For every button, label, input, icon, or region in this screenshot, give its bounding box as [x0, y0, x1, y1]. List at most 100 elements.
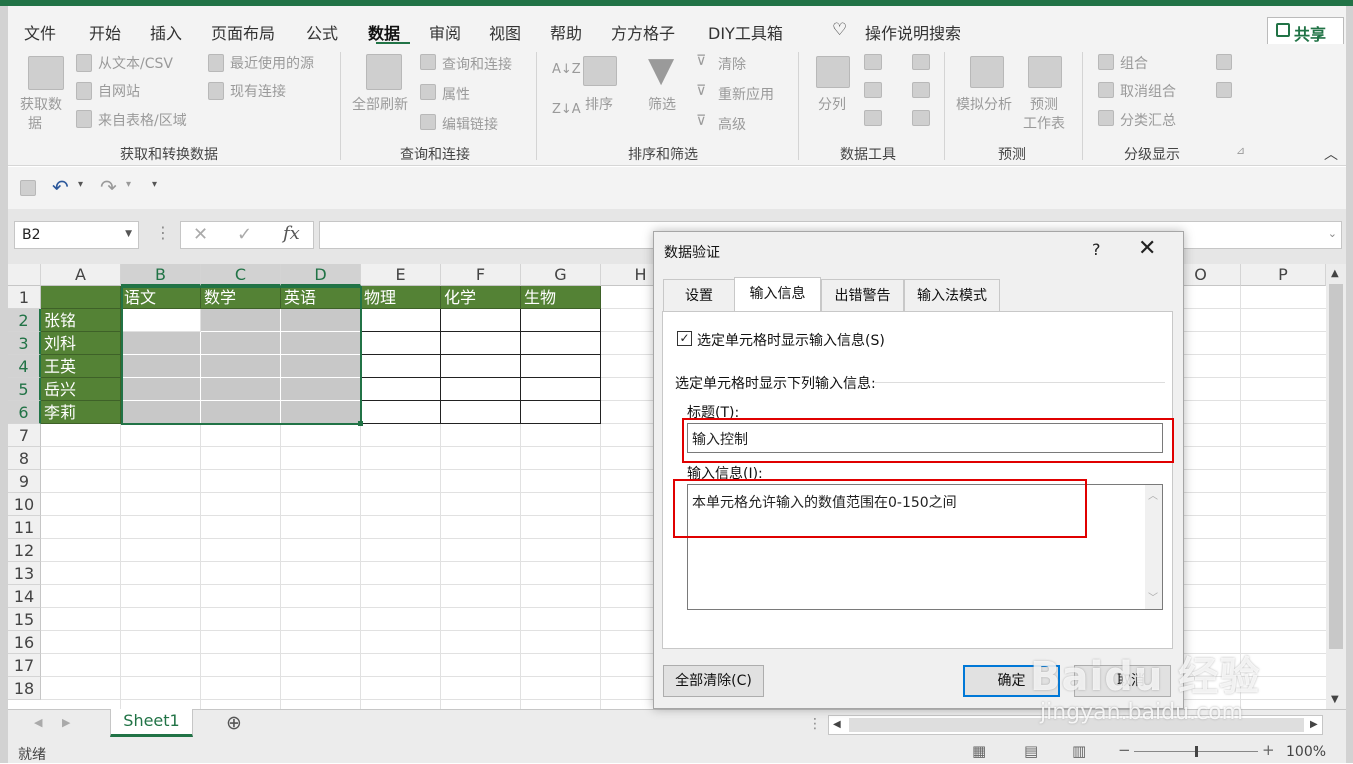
scroll-down-icon[interactable]: ▼: [1331, 694, 1339, 705]
score-cell[interactable]: [521, 309, 601, 332]
score-cell[interactable]: [361, 401, 441, 424]
textarea-scrollbar[interactable]: ︿ ﹀: [1145, 485, 1162, 609]
row-header[interactable]: 10: [8, 493, 41, 516]
dialog-launcher-icon[interactable]: ⊿: [1236, 144, 1245, 157]
name-box[interactable]: B2 ▼: [14, 221, 139, 249]
fill-handle[interactable]: [358, 421, 363, 426]
advanced-filter-button[interactable]: 高级: [718, 114, 746, 134]
column-header[interactable]: P: [1241, 264, 1326, 286]
name-cell[interactable]: 李莉: [41, 401, 121, 424]
redo-dropdown-icon[interactable]: ▾: [126, 179, 131, 190]
scroll-right-icon[interactable]: ▶: [1310, 719, 1318, 730]
row-header[interactable]: 1: [8, 286, 41, 309]
score-cell[interactable]: [521, 378, 601, 401]
flash-fill-icon[interactable]: [864, 54, 882, 70]
textarea-scroll-up-icon[interactable]: ︿: [1148, 487, 1158, 502]
menu-data[interactable]: 数据: [368, 20, 400, 44]
tab-ime-mode[interactable]: 输入法模式: [904, 279, 1000, 311]
undo-dropdown-icon[interactable]: ▾: [78, 179, 83, 190]
zoom-out-icon[interactable]: −: [1118, 741, 1131, 759]
data-model-icon[interactable]: [912, 110, 930, 126]
from-table-button[interactable]: 来自表格/区域: [98, 110, 187, 130]
autosave-icon[interactable]: [20, 180, 36, 196]
show-input-checkbox-label[interactable]: 选定单元格时显示输入信息(S): [697, 330, 885, 350]
row-header[interactable]: 16: [8, 631, 41, 654]
sort-za-icon[interactable]: Z↓A: [552, 102, 581, 117]
menu-view[interactable]: 视图: [489, 20, 521, 44]
cell-A1[interactable]: [41, 286, 121, 309]
column-header[interactable]: D: [281, 264, 361, 286]
forecast-sheet-button[interactable]: 预测: [1030, 94, 1058, 114]
column-header[interactable]: A: [41, 264, 121, 286]
row-header[interactable]: 15: [8, 608, 41, 631]
forecast-sheet-button-line2[interactable]: 工作表: [1023, 113, 1065, 133]
name-cell[interactable]: 岳兴: [41, 378, 121, 401]
get-data-button[interactable]: 获取数: [20, 94, 62, 114]
score-cell[interactable]: [441, 355, 521, 378]
score-cell[interactable]: [441, 378, 521, 401]
name-cell[interactable]: 王英: [41, 355, 121, 378]
queries-connections-button[interactable]: 查询和连接: [442, 54, 512, 74]
row-header[interactable]: 13: [8, 562, 41, 585]
row-header[interactable]: 11: [8, 516, 41, 539]
score-cell[interactable]: [361, 332, 441, 355]
row-header[interactable]: 8: [8, 447, 41, 470]
row-header[interactable]: 3: [8, 332, 41, 355]
menu-insert[interactable]: 插入: [150, 20, 182, 44]
show-input-checkbox[interactable]: ✓: [677, 331, 692, 346]
sort-button[interactable]: 排序: [585, 94, 613, 114]
ungroup-button[interactable]: 取消组合: [1120, 81, 1176, 101]
textarea-scroll-down-icon[interactable]: ﹀: [1148, 589, 1158, 604]
header-cell[interactable]: 生物: [521, 286, 601, 309]
group-button[interactable]: 组合: [1120, 53, 1148, 73]
next-sheet-icon[interactable]: ▶: [62, 716, 70, 729]
sort-az-icon[interactable]: A↓Z: [552, 62, 581, 77]
row-header[interactable]: 14: [8, 585, 41, 608]
score-cell[interactable]: [521, 401, 601, 424]
score-cell[interactable]: [521, 332, 601, 355]
what-if-analysis-button[interactable]: 模拟分析: [956, 94, 1012, 114]
data-validation-icon[interactable]: [864, 110, 882, 126]
name-cell[interactable]: 张铭: [41, 309, 121, 332]
reapply-button[interactable]: 重新应用: [718, 84, 774, 104]
row-header[interactable]: 18: [8, 677, 41, 700]
page-break-icon[interactable]: ▥: [1072, 742, 1086, 760]
add-sheet-icon[interactable]: ⊕: [226, 712, 242, 734]
header-cell[interactable]: 化学: [441, 286, 521, 309]
help-button[interactable]: ?: [1092, 240, 1101, 259]
close-icon[interactable]: ✕: [1138, 236, 1156, 261]
clear-filter-button[interactable]: 清除: [718, 54, 746, 74]
score-cell[interactable]: [441, 332, 521, 355]
menu-fangfang[interactable]: 方方格子: [611, 20, 675, 44]
consolidate-icon[interactable]: [912, 54, 930, 70]
redo-icon[interactable]: ↷: [100, 175, 117, 199]
score-cell[interactable]: [441, 401, 521, 424]
row-header[interactable]: 9: [8, 470, 41, 493]
score-cell[interactable]: [361, 355, 441, 378]
menu-file[interactable]: 文件: [24, 20, 56, 44]
undo-icon[interactable]: ↶: [52, 175, 69, 199]
zoom-slider-thumb[interactable]: [1195, 746, 1198, 757]
tell-me-search[interactable]: 操作说明搜索: [865, 20, 961, 44]
refresh-all-button[interactable]: 全部刷新: [352, 94, 408, 114]
clear-all-button[interactable]: 全部清除(C): [663, 665, 764, 697]
row-header[interactable]: 4: [8, 355, 41, 378]
name-box-dropdown-icon[interactable]: ▼: [125, 229, 132, 239]
collapse-ribbon-icon[interactable]: ︿: [1324, 144, 1338, 164]
customize-qat-icon[interactable]: ▾: [152, 179, 157, 190]
menu-help[interactable]: 帮助: [550, 20, 582, 44]
score-cell[interactable]: [361, 309, 441, 332]
subtotal-button[interactable]: 分类汇总: [1120, 110, 1176, 130]
remove-duplicates-icon[interactable]: [864, 82, 882, 98]
existing-connections-button[interactable]: 现有连接: [230, 81, 286, 101]
share-button[interactable]: 共享: [1267, 17, 1344, 45]
row-header[interactable]: 6: [8, 401, 41, 424]
insert-function-icon[interactable]: fx: [283, 223, 300, 244]
scroll-up-icon[interactable]: ▲: [1331, 268, 1339, 279]
page-layout-icon[interactable]: ▤: [1024, 742, 1038, 760]
menu-review[interactable]: 审阅: [429, 20, 461, 44]
tab-settings[interactable]: 设置: [663, 279, 735, 311]
vertical-scrollbar[interactable]: ▲ ▼: [1326, 264, 1346, 709]
zoom-level[interactable]: 100%: [1286, 744, 1326, 760]
menu-home[interactable]: 开始: [89, 20, 121, 44]
